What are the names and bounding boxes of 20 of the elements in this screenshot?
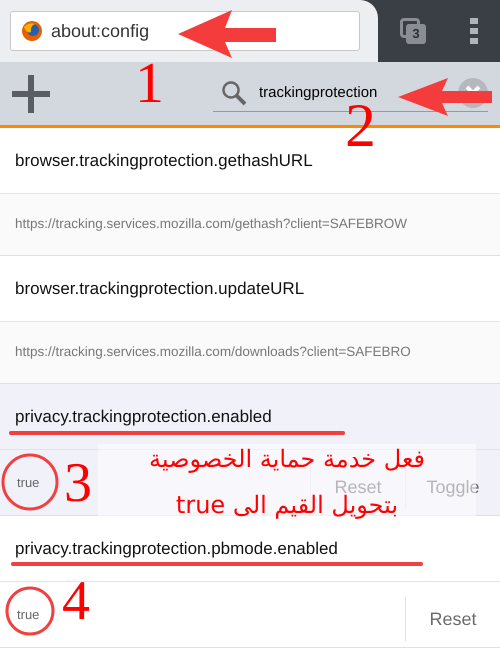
annotation-circle bbox=[6, 586, 54, 636]
preference-value: true bbox=[17, 606, 40, 624]
annotation-number: 4 bbox=[62, 578, 90, 626]
preference-name: privacy.trackingprotection.pbmode.enabled bbox=[15, 538, 338, 558]
preference-name: browser.trackingprotection.gethashURL bbox=[15, 150, 313, 170]
action-button[interactable]: Reset bbox=[405, 597, 500, 641]
preference-value: true bbox=[17, 474, 40, 492]
annotation-circle bbox=[2, 454, 58, 510]
globe-logo-icon bbox=[21, 20, 43, 42]
annotation-number: 1 bbox=[135, 58, 164, 108]
menu-icon[interactable] bbox=[470, 18, 478, 44]
preference-value: https://tracking.services.mozilla.com/downloads?client=SAFEBRO bbox=[0, 321, 500, 383]
add-icon[interactable] bbox=[12, 74, 50, 112]
search-icon bbox=[221, 80, 247, 106]
preference-value: https://tracking.services.mozilla.com/gethash?client=SAFEBROW bbox=[0, 193, 500, 255]
preference-name: browser.trackingprotection.updateURL bbox=[15, 278, 304, 298]
url-text: about:config bbox=[51, 20, 150, 43]
annotation-number: 3 bbox=[64, 460, 92, 508]
search-text: trackingprotection bbox=[259, 82, 378, 103]
preference-name: privacy.trackingprotection.enabled bbox=[15, 406, 272, 426]
